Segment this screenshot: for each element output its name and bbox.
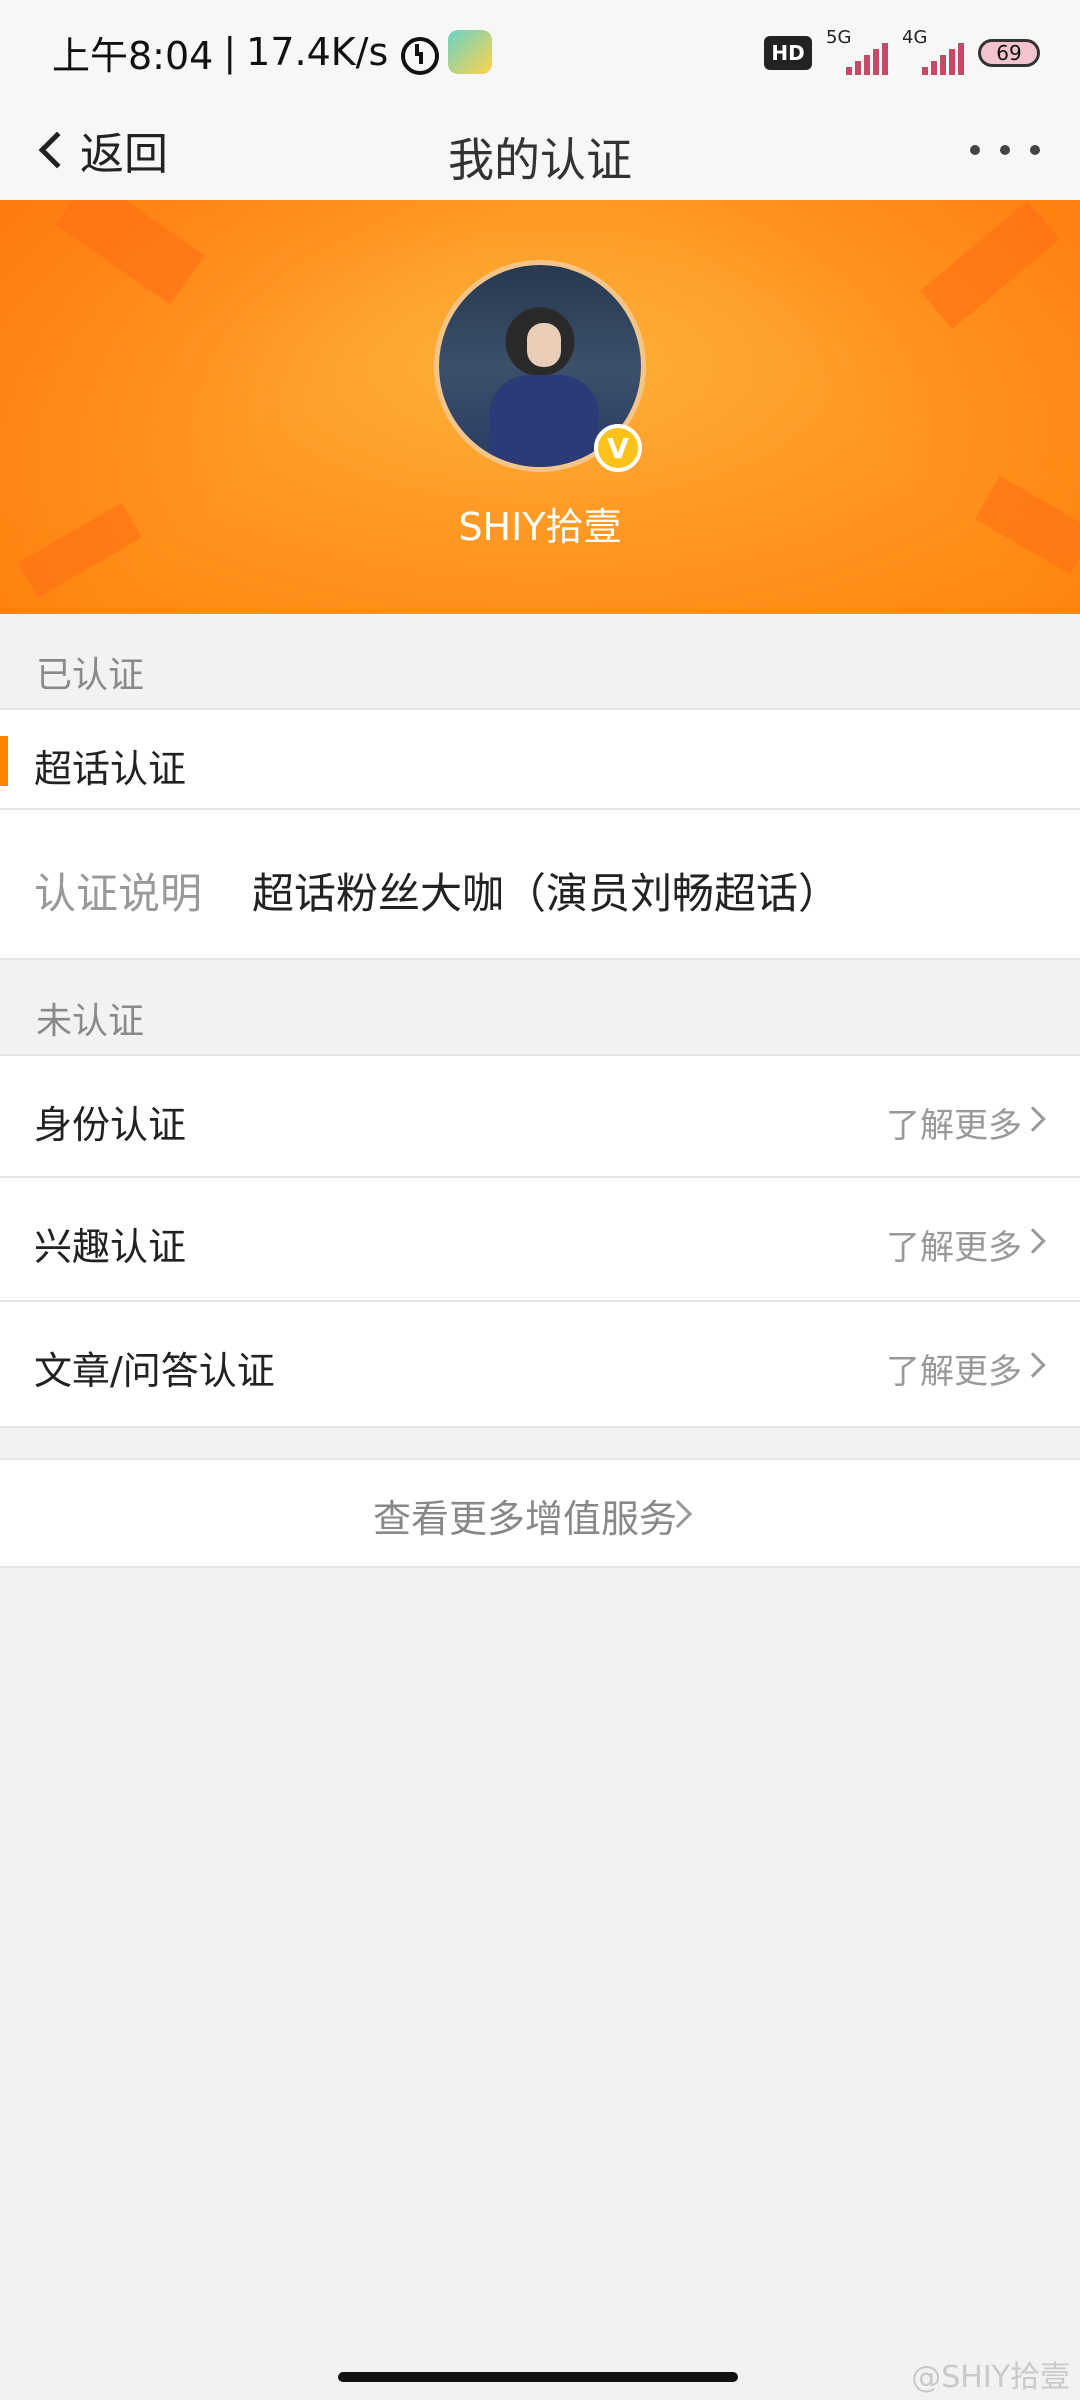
status-time: 上午8:04 — [52, 33, 214, 78]
chevron-right-icon — [1020, 1352, 1046, 1378]
more-services-label: 查看更多增值服务 — [372, 1497, 677, 1541]
nav-bar: 返回 我的认证 — [0, 100, 1080, 200]
user-name: SHIY拾壹 — [458, 505, 622, 549]
section-title: 未认证 — [36, 1001, 145, 1042]
watermark: @SHIY拾壹 — [911, 2360, 1070, 2395]
banner-decoration — [920, 200, 1060, 330]
description-label: 认证说明 — [34, 869, 203, 918]
list-item-label: 文章/问答认证 — [34, 1349, 275, 1393]
learn-more-link[interactable]: 了解更多 — [886, 1220, 1022, 1269]
more-options-icon[interactable] — [970, 140, 1040, 160]
list-item-article-qa[interactable]: 文章/问答认证 了解更多 — [0, 1302, 1080, 1428]
list-item-label: 兴趣认证 — [34, 1225, 187, 1269]
description-value: 超话粉丝大咖（演员刘畅超话） — [252, 869, 841, 918]
status-left: 上午8:04 | 17.4K/s — [52, 24, 493, 80]
status-right: HD 5G 4G 69 — [764, 27, 1040, 78]
battery-icon: 69 — [978, 39, 1040, 67]
verified-badge-icon: V — [594, 424, 642, 472]
hd-icon: HD — [764, 36, 812, 70]
list-item-label: 身份认证 — [34, 1103, 187, 1147]
list-item-interest[interactable]: 兴趣认证 了解更多 — [0, 1178, 1080, 1302]
selected-indicator — [0, 736, 8, 786]
signal-4g-icon: 4G — [902, 27, 964, 75]
profile-banner: V SHIY拾壹 — [0, 200, 1080, 614]
chevron-right-icon — [1020, 1106, 1046, 1132]
verified-item-label: 超话认证 — [34, 747, 187, 791]
section-header-verified: 已认证 — [0, 614, 1080, 708]
home-indicator[interactable] — [338, 2372, 738, 2382]
section-header-unverified: 未认证 — [0, 960, 1080, 1054]
status-bar: 上午8:04 | 17.4K/s HD 5G 4G 69 — [0, 0, 1080, 100]
network-speed: 17.4K/s — [246, 30, 389, 74]
learn-more-link[interactable]: 了解更多 — [886, 1344, 1022, 1393]
status-divider: | — [223, 30, 237, 74]
learn-more-link[interactable]: 了解更多 — [886, 1098, 1022, 1147]
list-item-identity[interactable]: 身份认证 了解更多 — [0, 1054, 1080, 1178]
alarm-icon — [398, 32, 440, 75]
banner-decoration — [55, 200, 205, 305]
section-title: 已认证 — [36, 655, 145, 696]
more-services-button[interactable]: 查看更多增值服务 — [0, 1458, 1080, 1568]
verification-description-row: 认证说明 超话粉丝大咖（演员刘畅超话） — [0, 810, 1080, 960]
verified-item-super-topic[interactable]: 超话认证 — [0, 708, 1080, 810]
chevron-right-icon — [1020, 1228, 1046, 1254]
app-notification-icon — [448, 30, 493, 74]
signal-5g-icon: 5G — [826, 27, 888, 75]
page-title: 我的认证 — [448, 133, 632, 187]
